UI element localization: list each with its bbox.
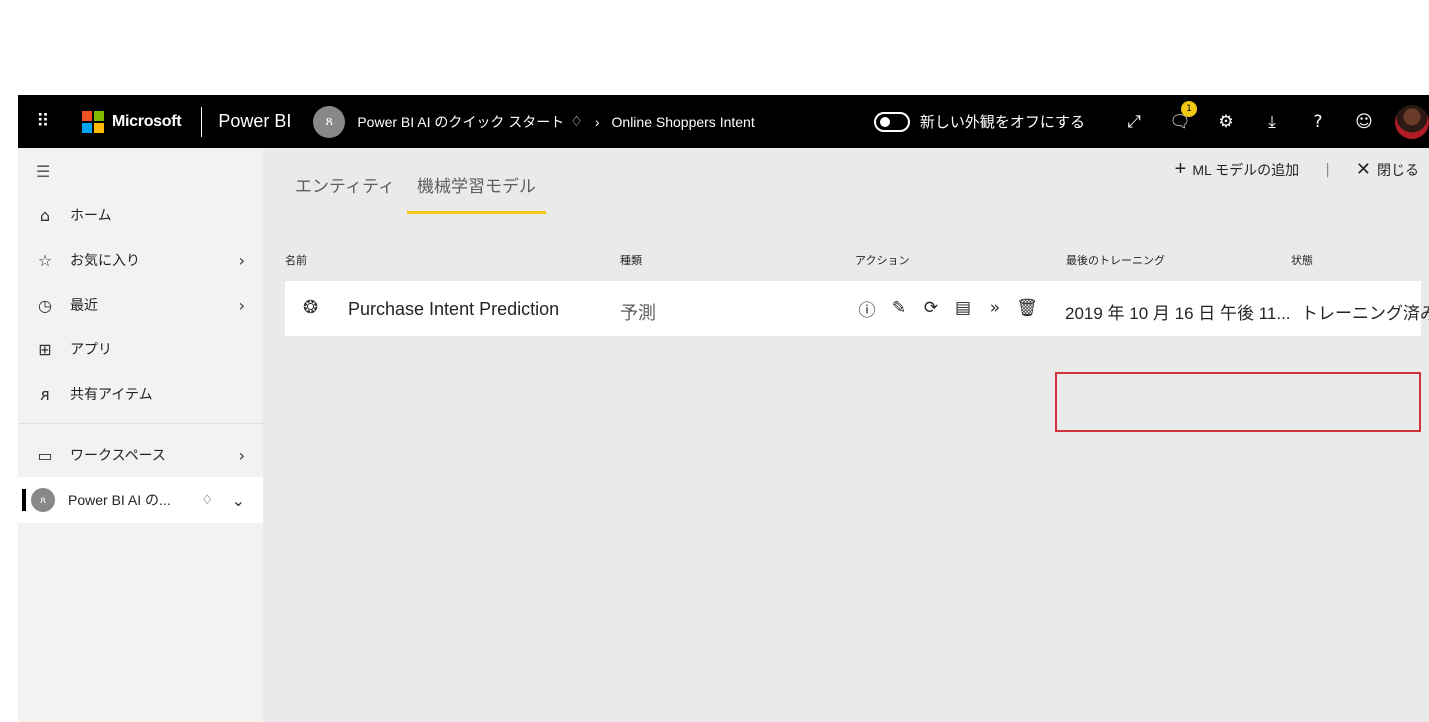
nav-item-label: ホーム xyxy=(70,207,112,223)
settings-gear-icon[interactable]: ⚙ xyxy=(1207,95,1245,148)
top-bar: ⠿ Microsoft Power BI ጸ Power BI AI のクイック… xyxy=(18,95,1429,148)
main-content: エンティティ 機械学習モデル + ML モデルの追加 | ✕ 閉じる 名前 種類… xyxy=(263,148,1429,722)
plus-icon: + xyxy=(1174,158,1187,180)
close-label: 閉じる xyxy=(1377,161,1419,178)
column-header-type[interactable]: 種類 xyxy=(620,252,642,268)
clock-icon: ◷ xyxy=(38,295,52,315)
command-divider: | xyxy=(1325,161,1330,178)
info-icon[interactable]: ⓘ xyxy=(855,295,879,321)
app-launcher-icon[interactable]: ⠿ xyxy=(18,95,68,148)
nav-item-shared[interactable]: ᴙ 共有アイテム xyxy=(18,372,263,416)
home-icon: ⌂ xyxy=(39,205,51,225)
premium-diamond-icon: ♢ xyxy=(201,492,213,508)
column-header-status[interactable]: 状態 xyxy=(1291,252,1313,268)
nav-item-label: 最近 xyxy=(70,297,98,313)
active-indicator xyxy=(22,489,26,511)
workspace-avatar-icon: ጸ xyxy=(31,488,55,512)
nav-pane: ☰ ⌂ ホーム ☆ お気に入り › ◷ 最近 › ⊞ アプリ ᴙ 共有アイテム … xyxy=(18,148,263,722)
delete-trash-icon[interactable]: 🗑 xyxy=(1015,295,1039,321)
workspace-avatar-icon: ጸ xyxy=(313,105,346,138)
breadcrumb-workspace[interactable]: Power BI AI のクイック スタート xyxy=(357,112,564,132)
model-name[interactable]: Purchase Intent Prediction xyxy=(348,299,559,320)
microsoft-brand-text: Microsoft xyxy=(112,112,182,130)
nav-item-label: ワークスペース xyxy=(70,447,166,463)
command-bar: + ML モデルの追加 | ✕ 閉じる xyxy=(1175,158,1419,181)
column-header-name[interactable]: 名前 xyxy=(285,252,307,268)
nav-item-current-workspace[interactable]: ጸ Power BI AI の... ♢ ⌄ xyxy=(18,477,263,523)
nav-item-label: Power BI AI の... xyxy=(68,492,171,508)
column-header-actions: アクション xyxy=(855,255,910,267)
apps-icon: ⊞ xyxy=(38,339,52,359)
hamburger-menu-icon[interactable]: ☰ xyxy=(36,162,50,181)
workspaces-icon: ▭ xyxy=(37,445,53,465)
model-type: 予測 xyxy=(620,303,656,323)
shared-icon: ᴙ xyxy=(40,384,50,404)
nav-item-home[interactable]: ⌂ ホーム xyxy=(18,193,263,237)
table-row[interactable]: ❂ Purchase Intent Prediction 予測 ⓘ ✎ ⟳ ▤ … xyxy=(285,281,1429,336)
chevron-right-icon: › xyxy=(238,295,245,315)
training-report-icon[interactable]: ▤ xyxy=(951,295,975,321)
nav-item-label: 共有アイテム xyxy=(70,386,153,402)
tab-bar: エンティティ 機械学習モデル xyxy=(295,172,546,214)
star-icon: ☆ xyxy=(37,250,53,270)
column-header-last-training[interactable]: 最後のトレーニング xyxy=(1066,252,1165,268)
new-look-toggle[interactable] xyxy=(873,111,910,132)
nav-item-favorites[interactable]: ☆ お気に入り › xyxy=(18,238,263,282)
apply-model-icon[interactable]: ⟳ xyxy=(919,295,943,321)
breadcrumb-dataflow[interactable]: Online Shoppers Intent xyxy=(612,114,755,130)
new-look-toggle-label: 新しい外観をオフにする xyxy=(919,114,1085,131)
nav-item-label: お気に入り xyxy=(70,252,140,268)
feedback-smiley-icon[interactable]: ☺ xyxy=(1345,95,1383,148)
nav-item-apps[interactable]: ⊞ アプリ xyxy=(18,327,263,371)
add-ml-model-button[interactable]: + ML モデルの追加 xyxy=(1175,158,1300,181)
breadcrumb: Power BI AI のクイック スタート ♢ › Online Shoppe… xyxy=(357,112,754,132)
user-avatar[interactable] xyxy=(1395,104,1429,139)
callout-highlight-box xyxy=(1055,372,1421,432)
microsoft-logo-icon xyxy=(82,110,104,133)
download-icon[interactable]: ⤓ xyxy=(1253,95,1291,148)
edit-pencil-icon[interactable]: ✎ xyxy=(887,295,911,321)
tab-entities[interactable]: エンティティ xyxy=(295,172,395,214)
top-bar-actions: 新しい外観をオフにする ⤢ 🗨 1 ⚙ ⤓ ? ☺ xyxy=(873,95,1429,148)
brand-divider xyxy=(201,106,203,137)
chevron-right-icon: › xyxy=(238,445,245,465)
add-ml-model-label: ML モデルの追加 xyxy=(1192,161,1300,178)
chevron-down-icon[interactable]: ⌄ xyxy=(232,491,245,510)
last-training-value: 2019 年 10 月 16 日 午後 11... xyxy=(1065,304,1291,323)
nav-divider xyxy=(18,423,263,424)
microsoft-logo[interactable]: Microsoft xyxy=(82,110,182,133)
expand-icon[interactable]: ⤢ xyxy=(1115,95,1153,148)
nav-item-label: アプリ xyxy=(70,341,112,357)
train-fast-forward-icon[interactable]: » xyxy=(983,295,1007,321)
close-button[interactable]: ✕ 閉じる xyxy=(1356,159,1419,180)
help-icon[interactable]: ? xyxy=(1299,95,1337,148)
app-frame: ⠿ Microsoft Power BI ጸ Power BI AI のクイック… xyxy=(18,95,1429,722)
chevron-right-icon: › xyxy=(238,250,245,270)
status-value: トレーニング済み xyxy=(1301,304,1429,323)
tab-ml-models[interactable]: 機械学習モデル xyxy=(406,172,546,214)
product-name[interactable]: Power BI xyxy=(218,111,291,132)
nav-item-workspaces[interactable]: ▭ ワークスペース › xyxy=(18,433,263,477)
chevron-right-icon: › xyxy=(594,113,600,130)
nav-item-recent[interactable]: ◷ 最近 › xyxy=(18,283,263,327)
premium-diamond-icon: ♢ xyxy=(570,113,583,129)
table-header: 名前 種類 アクション 最後のトレーニング 状態 xyxy=(263,252,1429,268)
close-icon: ✕ xyxy=(1355,159,1371,179)
notification-badge: 1 xyxy=(1181,101,1197,117)
notifications-icon[interactable]: 🗨 1 xyxy=(1161,95,1199,148)
ml-model-brain-icon: ❂ xyxy=(303,297,319,318)
row-actions: ⓘ ✎ ⟳ ▤ » 🗑 xyxy=(855,295,1039,321)
